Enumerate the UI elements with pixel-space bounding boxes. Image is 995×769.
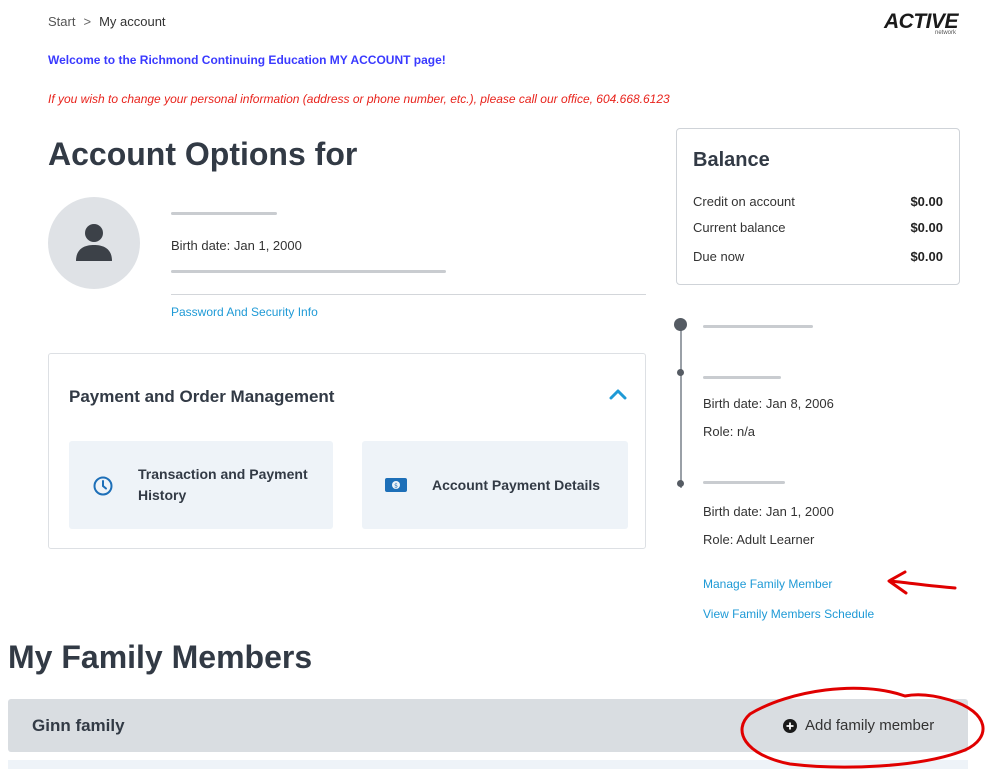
balance-label: Credit on account (693, 194, 795, 209)
balance-value: $0.00 (910, 220, 943, 235)
profile-birth-date: Birth date: Jan 1, 2000 (171, 238, 302, 253)
family-header-bar: Ginn family Add family member (8, 699, 968, 752)
breadcrumb-current: My account (99, 14, 166, 29)
balance-label: Due now (693, 249, 745, 264)
clock-icon (93, 476, 113, 496)
account-payment-details-tile[interactable]: $ Account Payment Details (362, 441, 628, 529)
birth-date-label: Birth date: (171, 238, 231, 253)
balance-card: Balance Credit on account $0.00 Current … (676, 128, 960, 285)
account-payment-details-label: Account Payment Details (432, 476, 601, 493)
family-name: Ginn family (32, 716, 125, 735)
add-family-member-button[interactable]: Add family member (783, 717, 934, 734)
balance-title: Balance (693, 149, 770, 171)
breadcrumb-start-link[interactable]: Start (48, 14, 75, 29)
breadcrumb: Start > My account (48, 14, 166, 29)
member-birth-date: Birth date: Jan 8, 2006 (703, 396, 834, 411)
member-role: Role: Adult Learner (703, 532, 815, 547)
payment-order-title: Payment and Order Management (69, 387, 335, 406)
breadcrumb-separator: > (83, 14, 92, 29)
active-network-logo: ACTIVE network (884, 10, 959, 36)
view-family-schedule-link[interactable]: View Family Members Schedule (703, 607, 874, 621)
logo-subtext: network (935, 30, 957, 36)
balance-value: $0.00 (910, 249, 943, 264)
redacted-name (171, 212, 277, 215)
avatar (48, 197, 140, 289)
chevron-up-icon[interactable] (609, 388, 627, 400)
redacted-address (171, 270, 446, 273)
welcome-message: Welcome to the Richmond Continuing Educa… (48, 53, 446, 67)
manage-family-member-link[interactable]: Manage Family Member (703, 577, 832, 591)
timeline-dot-primary (674, 318, 687, 331)
redacted-member-name (703, 376, 781, 379)
contact-notice: If you wish to change your personal info… (48, 92, 670, 106)
transaction-history-label-line2: History (138, 487, 187, 503)
transaction-history-label: Transaction and Payment History (138, 464, 308, 506)
timeline-dot (677, 480, 684, 487)
balance-row-credit: Credit on account $0.00 (693, 194, 943, 209)
plus-circle-icon (783, 718, 797, 733)
account-options-title: Account Options for (48, 136, 358, 172)
password-security-link[interactable]: Password And Security Info (171, 305, 318, 319)
birth-date-value: Jan 1, 2000 (233, 238, 302, 253)
profile-divider (171, 294, 646, 295)
payment-order-card: Payment and Order Management Transaction… (48, 353, 646, 549)
balance-value: $0.00 (910, 194, 943, 209)
redacted-account-holder (703, 325, 813, 328)
redacted-member-name (703, 481, 785, 484)
annotation-arrow (887, 570, 957, 595)
add-family-member-label: Add family member (805, 717, 935, 734)
svg-text:$: $ (394, 483, 398, 490)
balance-row-due: Due now $0.00 (693, 249, 943, 264)
member-birth-date: Birth date: Jan 1, 2000 (703, 504, 834, 519)
family-members-title: My Family Members (8, 639, 313, 675)
transaction-history-label-line1: Transaction and Payment (138, 466, 308, 482)
family-list-area (8, 760, 968, 769)
family-timeline-line (680, 324, 682, 488)
money-icon: $ (385, 478, 407, 492)
timeline-dot (677, 369, 684, 376)
balance-row-current: Current balance $0.00 (693, 220, 943, 235)
balance-label: Current balance (693, 220, 786, 235)
member-role: Role: n/a (703, 424, 756, 439)
user-icon (76, 224, 112, 261)
transaction-history-tile[interactable]: Transaction and Payment History (69, 441, 333, 529)
